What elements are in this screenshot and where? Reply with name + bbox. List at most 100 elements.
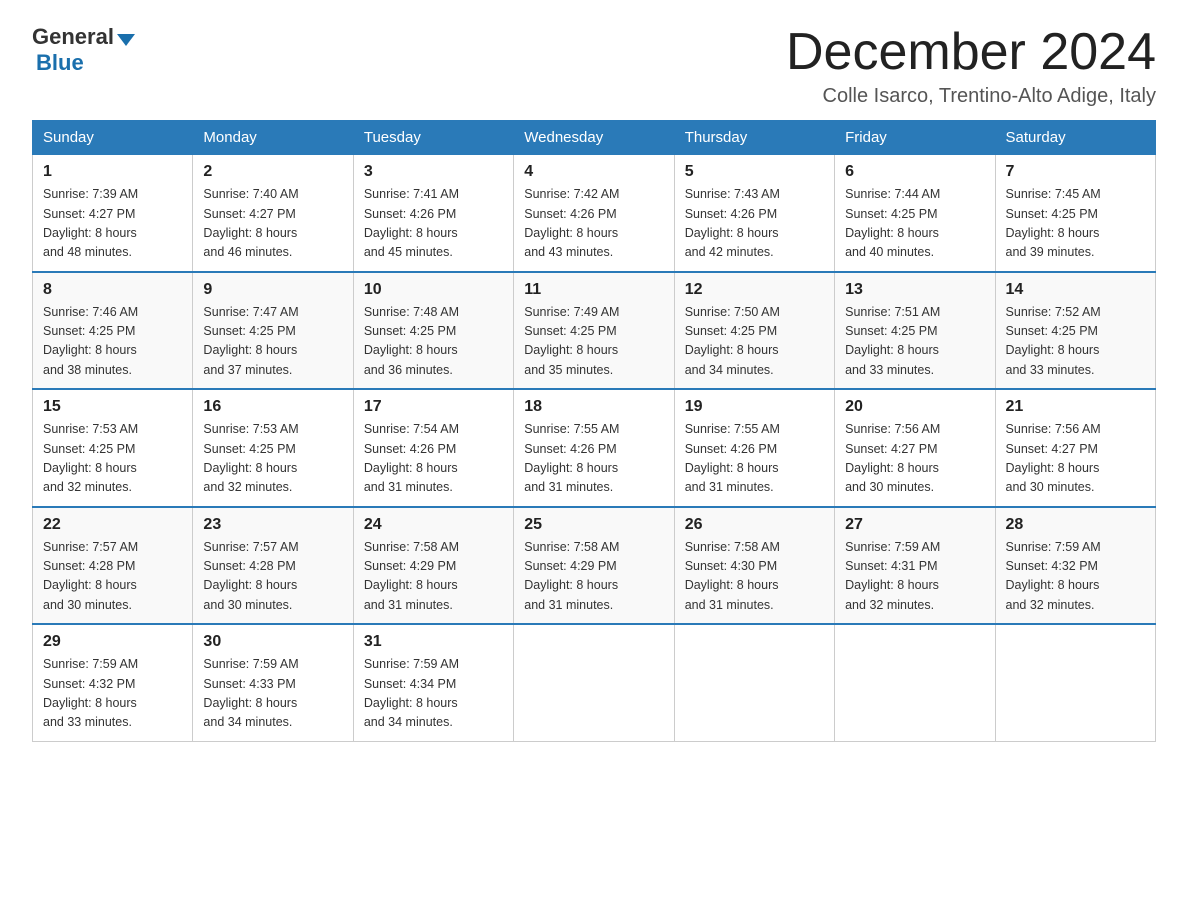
calendar-cell: 14 Sunrise: 7:52 AMSunset: 4:25 PMDayligh… — [995, 272, 1155, 390]
day-number: 11 — [524, 281, 663, 299]
day-info: Sunrise: 7:56 AMSunset: 4:27 PMDaylight:… — [845, 420, 984, 498]
column-header-tuesday: Tuesday — [353, 121, 513, 155]
calendar-week-5: 29 Sunrise: 7:59 AMSunset: 4:32 PMDayligh… — [33, 624, 1156, 741]
day-info: Sunrise: 7:39 AMSunset: 4:27 PMDaylight:… — [43, 185, 182, 263]
calendar-week-1: 1 Sunrise: 7:39 AMSunset: 4:27 PMDaylight… — [33, 155, 1156, 272]
day-number: 3 — [364, 163, 503, 181]
calendar-cell: 16Sunrise: 7:53 AMSunset: 4:25 PMDayligh… — [193, 389, 353, 507]
day-number: 25 — [524, 516, 663, 534]
day-info: Sunrise: 7:53 AMSunset: 4:25 PMDaylight:… — [43, 420, 182, 498]
calendar-table: SundayMondayTuesdayWednesdayThursdayFrid… — [32, 120, 1156, 742]
day-number: 12 — [685, 281, 824, 299]
calendar-cell: 30 Sunrise: 7:59 AMSunset: 4:33 PMDayligh… — [193, 624, 353, 741]
location-title: Colle Isarco, Trentino-Alto Adige, Italy — [786, 85, 1156, 108]
day-number: 5 — [685, 163, 824, 181]
day-number: 24 — [364, 516, 503, 534]
day-number: 28 — [1006, 516, 1145, 534]
day-info: Sunrise: 7:42 AMSunset: 4:26 PMDaylight:… — [524, 185, 663, 263]
calendar-cell: 5 Sunrise: 7:43 AMSunset: 4:26 PMDaylight… — [674, 155, 834, 272]
day-info: Sunrise: 7:58 AMSunset: 4:29 PMDaylight:… — [524, 538, 663, 616]
day-info: Sunrise: 7:41 AMSunset: 4:26 PMDaylight:… — [364, 185, 503, 263]
day-info: Sunrise: 7:52 AMSunset: 4:25 PMDaylight:… — [1006, 303, 1145, 381]
logo-triangle-icon — [117, 34, 135, 46]
calendar-cell: 6 Sunrise: 7:44 AMSunset: 4:25 PMDaylight… — [835, 155, 995, 272]
calendar-cell: 20Sunrise: 7:56 AMSunset: 4:27 PMDayligh… — [835, 389, 995, 507]
calendar-cell: 10 Sunrise: 7:48 AMSunset: 4:25 PMDayligh… — [353, 272, 513, 390]
day-number: 27 — [845, 516, 984, 534]
calendar-cell: 26 Sunrise: 7:58 AMSunset: 4:30 PMDayligh… — [674, 507, 834, 625]
day-info: Sunrise: 7:50 AMSunset: 4:25 PMDaylight:… — [685, 303, 824, 381]
logo-general-text: General — [32, 24, 114, 50]
day-info: Sunrise: 7:59 AMSunset: 4:33 PMDaylight:… — [203, 655, 342, 733]
calendar-cell: 19 Sunrise: 7:55 AMSunset: 4:26 PMDayligh… — [674, 389, 834, 507]
calendar-cell: 12 Sunrise: 7:50 AMSunset: 4:25 PMDayligh… — [674, 272, 834, 390]
calendar-cell: 22 Sunrise: 7:57 AMSunset: 4:28 PMDayligh… — [33, 507, 193, 625]
day-number: 21 — [1006, 398, 1145, 416]
calendar-cell: 31Sunrise: 7:59 AMSunset: 4:34 PMDayligh… — [353, 624, 513, 741]
day-number: 26 — [685, 516, 824, 534]
day-info: Sunrise: 7:59 AMSunset: 4:34 PMDaylight:… — [364, 655, 503, 733]
day-number: 18 — [524, 398, 663, 416]
day-number: 23 — [203, 516, 342, 534]
day-number: 17 — [364, 398, 503, 416]
day-number: 15 — [43, 398, 182, 416]
column-header-saturday: Saturday — [995, 121, 1155, 155]
calendar-cell: 7Sunrise: 7:45 AMSunset: 4:25 PMDaylight… — [995, 155, 1155, 272]
calendar-week-3: 15 Sunrise: 7:53 AMSunset: 4:25 PMDayligh… — [33, 389, 1156, 507]
calendar-cell: 9 Sunrise: 7:47 AMSunset: 4:25 PMDaylight… — [193, 272, 353, 390]
calendar-cell: 28 Sunrise: 7:59 AMSunset: 4:32 PMDayligh… — [995, 507, 1155, 625]
logo: General Blue — [32, 24, 135, 76]
day-info: Sunrise: 7:59 AMSunset: 4:32 PMDaylight:… — [1006, 538, 1145, 616]
column-header-thursday: Thursday — [674, 121, 834, 155]
calendar-week-4: 22 Sunrise: 7:57 AMSunset: 4:28 PMDayligh… — [33, 507, 1156, 625]
column-header-wednesday: Wednesday — [514, 121, 674, 155]
day-info: Sunrise: 7:48 AMSunset: 4:25 PMDaylight:… — [364, 303, 503, 381]
page-header: General Blue December 2024 Colle Isarco,… — [32, 24, 1156, 108]
calendar-cell: 17 Sunrise: 7:54 AMSunset: 4:26 PMDayligh… — [353, 389, 513, 507]
column-header-friday: Friday — [835, 121, 995, 155]
day-number: 2 — [203, 163, 342, 181]
day-number: 22 — [43, 516, 182, 534]
calendar-cell: 4 Sunrise: 7:42 AMSunset: 4:26 PMDaylight… — [514, 155, 674, 272]
day-info: Sunrise: 7:49 AMSunset: 4:25 PMDaylight:… — [524, 303, 663, 381]
day-info: Sunrise: 7:58 AMSunset: 4:30 PMDaylight:… — [685, 538, 824, 616]
day-info: Sunrise: 7:46 AMSunset: 4:25 PMDaylight:… — [43, 303, 182, 381]
day-number: 1 — [43, 163, 182, 181]
day-number: 19 — [685, 398, 824, 416]
calendar-cell: 27Sunrise: 7:59 AMSunset: 4:31 PMDayligh… — [835, 507, 995, 625]
day-info: Sunrise: 7:56 AMSunset: 4:27 PMDaylight:… — [1006, 420, 1145, 498]
day-info: Sunrise: 7:51 AMSunset: 4:25 PMDaylight:… — [845, 303, 984, 381]
logo-blue-text: Blue — [32, 50, 84, 75]
day-info: Sunrise: 7:54 AMSunset: 4:26 PMDaylight:… — [364, 420, 503, 498]
day-number: 9 — [203, 281, 342, 299]
day-info: Sunrise: 7:57 AMSunset: 4:28 PMDaylight:… — [43, 538, 182, 616]
day-number: 16 — [203, 398, 342, 416]
day-number: 6 — [845, 163, 984, 181]
calendar-cell: 8Sunrise: 7:46 AMSunset: 4:25 PMDaylight… — [33, 272, 193, 390]
day-number: 29 — [43, 633, 182, 651]
calendar-cell: 13 Sunrise: 7:51 AMSunset: 4:25 PMDayligh… — [835, 272, 995, 390]
calendar-cell: 15 Sunrise: 7:53 AMSunset: 4:25 PMDayligh… — [33, 389, 193, 507]
day-info: Sunrise: 7:43 AMSunset: 4:26 PMDaylight:… — [685, 185, 824, 263]
day-info: Sunrise: 7:55 AMSunset: 4:26 PMDaylight:… — [524, 420, 663, 498]
day-info: Sunrise: 7:47 AMSunset: 4:25 PMDaylight:… — [203, 303, 342, 381]
calendar-week-2: 8Sunrise: 7:46 AMSunset: 4:25 PMDaylight… — [33, 272, 1156, 390]
day-number: 30 — [203, 633, 342, 651]
calendar-cell — [514, 624, 674, 741]
day-info: Sunrise: 7:55 AMSunset: 4:26 PMDaylight:… — [685, 420, 824, 498]
day-number: 13 — [845, 281, 984, 299]
day-number: 14 — [1006, 281, 1145, 299]
day-number: 4 — [524, 163, 663, 181]
day-info: Sunrise: 7:44 AMSunset: 4:25 PMDaylight:… — [845, 185, 984, 263]
column-header-sunday: Sunday — [33, 121, 193, 155]
calendar-cell: 25 Sunrise: 7:58 AMSunset: 4:29 PMDayligh… — [514, 507, 674, 625]
calendar-cell — [674, 624, 834, 741]
calendar-cell: 29 Sunrise: 7:59 AMSunset: 4:32 PMDayligh… — [33, 624, 193, 741]
day-info: Sunrise: 7:59 AMSunset: 4:32 PMDaylight:… — [43, 655, 182, 733]
calendar-cell: 11 Sunrise: 7:49 AMSunset: 4:25 PMDayligh… — [514, 272, 674, 390]
day-number: 10 — [364, 281, 503, 299]
calendar-cell: 1 Sunrise: 7:39 AMSunset: 4:27 PMDaylight… — [33, 155, 193, 272]
calendar-cell: 23Sunrise: 7:57 AMSunset: 4:28 PMDayligh… — [193, 507, 353, 625]
day-info: Sunrise: 7:45 AMSunset: 4:25 PMDaylight:… — [1006, 185, 1145, 263]
calendar-cell — [995, 624, 1155, 741]
